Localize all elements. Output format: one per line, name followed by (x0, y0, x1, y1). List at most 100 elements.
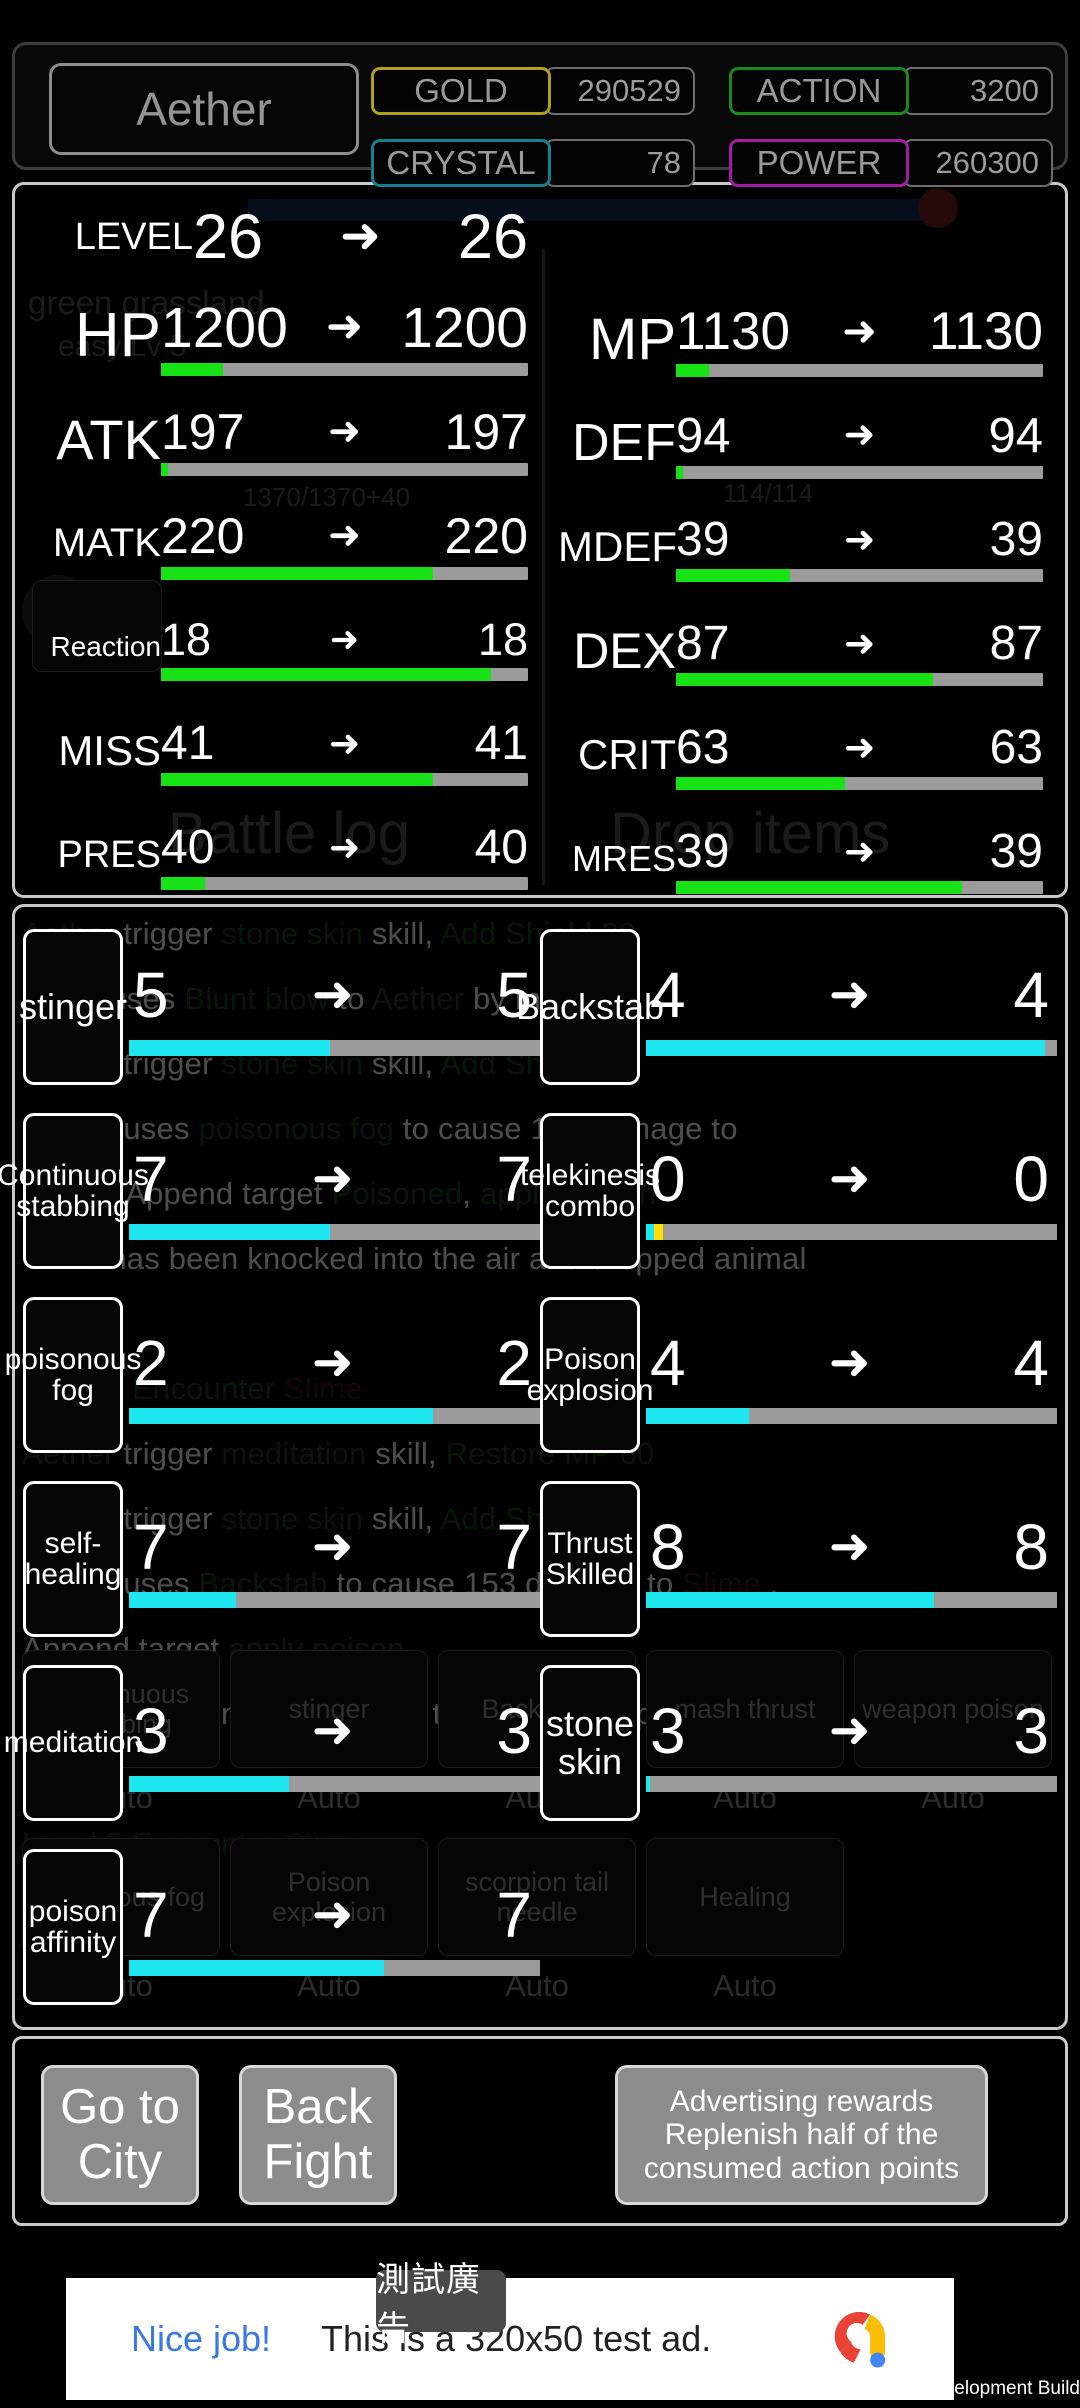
stat-from-miss: 41 (161, 717, 215, 770)
stats-panel: LEVEL 26 ➜ 26 HP 1200 ➜ 1200 ATK 197 ➜ 197 MATK 220 ➜ 2… (12, 182, 1068, 898)
stat-to-dex: 87 (989, 617, 1043, 670)
skill-values: 4 ➜ 4 (646, 958, 1057, 1056)
skill-values: 8 ➜ 8 (646, 1510, 1057, 1608)
skill-cell: telekinesis combo 0 ➜ 0 (520, 1099, 1057, 1283)
stat-label-mp: MP (589, 306, 676, 372)
ad-reward-button[interactable]: Advertising rewards Replenish half of th… (615, 2065, 988, 2205)
skill-exp-bar-fill (646, 1408, 749, 1424)
arrow-right-icon: ➜ (328, 721, 361, 764)
stat-row-matk: MATK 220 ➜ 220 (43, 491, 528, 595)
skill-exp-bar (646, 1592, 1057, 1608)
resource-gold-value: 290529 (545, 67, 695, 115)
stat-label-level: LEVEL (74, 215, 193, 258)
stat-row-react: Reaction 18 ➜ 18 (43, 595, 528, 699)
stat-from-matk: 220 (161, 507, 245, 564)
arrow-right-icon: ➜ (311, 1886, 354, 1943)
stat-label-crit: CRIT (578, 731, 676, 778)
stat-bar-mres (676, 881, 1043, 894)
skill-name-badge[interactable]: Backstab (516, 929, 664, 1085)
stat-from-def: 94 (676, 408, 731, 463)
skill-name-badge[interactable]: meditation (4, 1665, 142, 1821)
skill-cell: self-healing 7 ➜ 7 (23, 1467, 540, 1651)
stat-bar-fill-mdef (676, 569, 790, 582)
skill-level-to: 7 (496, 1511, 532, 1583)
stat-bar-mp (676, 364, 1043, 377)
arrow-right-icon: ➜ (828, 1518, 871, 1575)
skill-name-badge[interactable]: Continuous stabbing (0, 1113, 149, 1269)
stat-row-crit: CRIT 63 ➜ 63 (558, 703, 1043, 807)
skill-name-badge[interactable]: self-healing (23, 1481, 123, 1637)
stat-to-mp: 1130 (929, 302, 1043, 361)
skill-name-badge[interactable]: Poison explosion (527, 1297, 653, 1453)
arrow-right-icon: ➜ (843, 621, 876, 664)
arrow-right-icon: ➜ (843, 413, 876, 457)
skill-name-badge[interactable]: poisonous fog (5, 1297, 141, 1453)
skill-level-from: 3 (650, 1695, 686, 1767)
ad-banner[interactable]: Nice job! This is a 320x50 test ad. 測試廣告 (66, 2261, 954, 2400)
stat-from-mp: 1130 (676, 302, 790, 361)
stat-bar-react (161, 667, 528, 681)
skill-name-badge[interactable]: Thrust Skilled (540, 1481, 640, 1637)
back-fight-button[interactable]: Back Fight (239, 2065, 397, 2205)
skill-exp-bar-fill (129, 1776, 290, 1792)
stat-to-mres: 39 (989, 825, 1043, 878)
skill-level-to: 4 (1013, 959, 1049, 1031)
arrow-right-icon: ➜ (329, 619, 360, 659)
skill-row: stinger 5 ➜ 5 Backstab 4 ➜ 4 (19, 915, 1057, 1099)
arrow-right-icon: ➜ (328, 410, 361, 453)
skill-cell: Backstab 4 ➜ 4 (516, 915, 1057, 1099)
arrow-right-icon: ➜ (311, 966, 354, 1023)
skill-cell-empty (540, 1835, 1057, 2019)
skill-values: 4 ➜ 4 (646, 1326, 1057, 1424)
resource-crystal[interactable]: CRYSTAL 78 (371, 139, 695, 187)
stat-row-miss: MISS 41 ➜ 41 (43, 699, 528, 803)
skill-exp-bar-fill (129, 1960, 384, 1976)
skill-row: poisonous fog 2 ➜ 2 Poison explosion 4 ➜ 4 (5, 1283, 1057, 1467)
arrow-right-icon: ➜ (328, 825, 361, 868)
skill-cell: stinger 5 ➜ 5 (19, 915, 540, 1099)
arrow-right-icon: ➜ (843, 517, 876, 560)
stat-values-def: 94 ➜ 94 (676, 408, 1043, 479)
stat-values-pres: 40 ➜ 40 (161, 820, 528, 890)
arrow-right-icon: ➜ (325, 302, 364, 352)
skill-name-badge[interactable]: stinger (19, 929, 127, 1085)
skill-exp-bar (646, 1776, 1057, 1792)
skill-exp-bar-spark (654, 1224, 664, 1240)
skill-exp-bar-fill (646, 1040, 1045, 1056)
stat-from-atk: 197 (161, 403, 245, 460)
skill-exp-bar (129, 1040, 540, 1056)
resource-gold[interactable]: GOLD 290529 (371, 67, 695, 115)
stat-label-mres: MRES (571, 838, 676, 879)
stat-values-level: 26 ➜ 26 (193, 201, 528, 273)
skill-cell: Poison explosion 4 ➜ 4 (527, 1283, 1057, 1467)
skill-exp-bar-fill (646, 1592, 934, 1608)
skill-name-badge[interactable]: poison affinity (23, 1849, 123, 2005)
stat-bar-fill-dex (676, 673, 933, 686)
stat-label-hp: HP (74, 300, 161, 370)
stat-to-pres: 40 (474, 821, 528, 874)
stat-to-mdef: 39 (989, 513, 1043, 566)
stat-row-def: DEF 94 ➜ 94 (558, 391, 1043, 495)
stat-to-hp: 1200 (401, 295, 528, 360)
go-to-city-button[interactable]: Go to City (41, 2065, 199, 2205)
stat-bar-hp (161, 362, 528, 376)
resource-power[interactable]: POWER 260300 (729, 139, 1053, 187)
skill-level-from: 7 (133, 1879, 169, 1951)
resource-action[interactable]: ACTION 3200 (729, 67, 1053, 115)
skill-exp-bar (646, 1040, 1057, 1056)
arrow-right-icon: ➜ (328, 514, 361, 557)
player-name-box[interactable]: Aether (49, 63, 359, 155)
stat-row-atk: ATK 197 ➜ 197 (43, 387, 528, 491)
stat-to-miss: 41 (474, 717, 528, 770)
stats-column-left: LEVEL 26 ➜ 26 HP 1200 ➜ 1200 ATK 197 ➜ 197 MATK 220 ➜ 2… (21, 191, 540, 890)
skill-cell: meditation 3 ➜ 3 (4, 1651, 540, 1835)
skills-panel: stinger 5 ➜ 5 Backstab 4 ➜ 4 Continuous stabbing… (0, 904, 1068, 2030)
stat-bar-def (676, 465, 1043, 479)
skill-name-badge[interactable]: telekinesis combo (520, 1113, 660, 1269)
stat-from-mdef: 39 (676, 513, 730, 566)
skill-row: meditation 3 ➜ 3 stone skin 3 ➜ 3 (4, 1651, 1057, 1835)
ad-test-badge: 測試廣告 (376, 2261, 506, 2348)
arrow-right-icon: ➜ (311, 1334, 354, 1391)
skill-name-badge[interactable]: stone skin (540, 1665, 640, 1821)
stat-bar-dex (676, 673, 1043, 686)
